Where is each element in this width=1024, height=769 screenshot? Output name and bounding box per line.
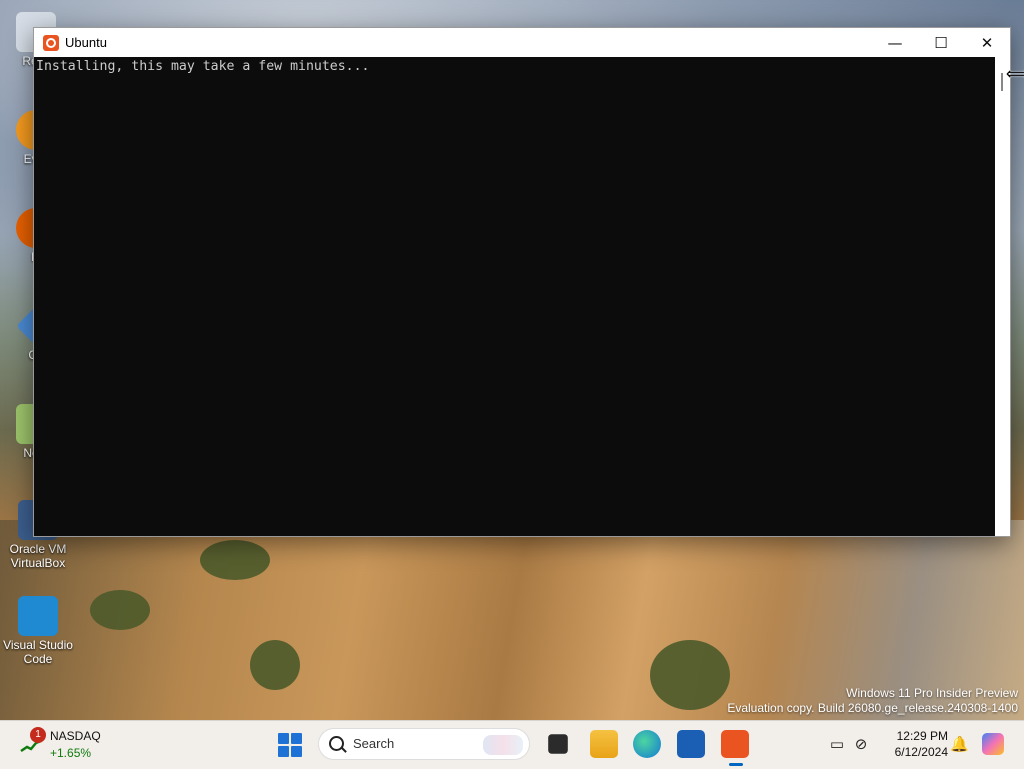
windows-watermark: Windows 11 Pro Insider Preview Evaluatio… [727,686,1018,716]
system-clock[interactable]: 12:29 PM 6/12/2024 [880,728,948,760]
window-title: Ubuntu [65,35,107,50]
notification-badge: 1 [30,727,46,743]
notification-bell-icon[interactable]: 🔔 [950,735,969,753]
windows-logo-tile [278,733,289,744]
ubuntu-taskbar-icon[interactable] [721,730,749,766]
wallpaper-foliage [200,540,270,580]
watermark-edition: Windows 11 Pro Insider Preview [846,686,1018,700]
wallpaper-foliage [250,640,300,690]
resize-cursor-icon: ⟺ [1006,64,1024,83]
vscode-icon [18,596,58,636]
maximize-button[interactable]: ☐ [918,28,964,57]
ubuntu-icon [43,34,59,51]
microsoft-store-icon[interactable] [677,730,705,758]
window-titlebar[interactable]: Ubuntu — ☐ ✕ [34,28,1010,57]
console-area[interactable]: Installing, this may take a few minutes.… [34,57,995,536]
search-label: Search [353,736,395,751]
copilot-icon[interactable] [982,733,1004,755]
search-highlight-icon [483,735,523,755]
console-output: Installing, this may take a few minutes.… [36,59,370,74]
taskbar: 1 NASDAQ +1.65% Search ▭ ⊘ 12:29 PM 6/12… [0,720,1024,769]
display-icon[interactable]: ▭ [828,735,846,753]
desktop-icon-label: Oracle VM VirtualBox [9,542,67,570]
caption-buttons: — ☐ ✕ [872,28,1010,57]
clock-time: 12:29 PM [896,729,948,743]
scrollbar-thumb[interactable] [1001,73,1003,91]
watermark-build: Evaluation copy. Build 26080.ge_release.… [727,701,1018,715]
windows-logo-tile [278,746,289,757]
search-icon [329,736,344,751]
stock-widget[interactable]: 1 NASDAQ +1.65% [18,727,138,763]
stock-change: +1.65% [50,746,92,760]
clock-date: 6/12/2024 [894,745,948,759]
windows-logo-tile [291,733,302,744]
wallpaper-foliage [90,590,150,630]
desktop-icon-vscode[interactable]: Visual Studio Code [2,596,74,666]
vertical-scrollbar[interactable] [995,57,1010,536]
wallpaper-foliage [650,640,730,710]
network-icon[interactable]: ⊘ [852,735,870,753]
start-button[interactable] [278,733,302,757]
desktop-icon-label: Visual Studio Code [3,638,73,666]
ubuntu-terminal-window[interactable]: Ubuntu — ☐ ✕ Installing, this may take a… [33,27,1011,537]
taskbar-search[interactable]: Search [318,728,530,760]
close-button[interactable]: ✕ [964,28,1010,57]
windows-logo-tile [291,746,302,757]
file-explorer-icon[interactable] [590,730,618,758]
edge-icon[interactable] [633,730,661,758]
stock-name: NASDAQ [50,729,101,743]
minimize-button[interactable]: — [872,28,918,57]
task-view-icon[interactable] [548,734,568,754]
